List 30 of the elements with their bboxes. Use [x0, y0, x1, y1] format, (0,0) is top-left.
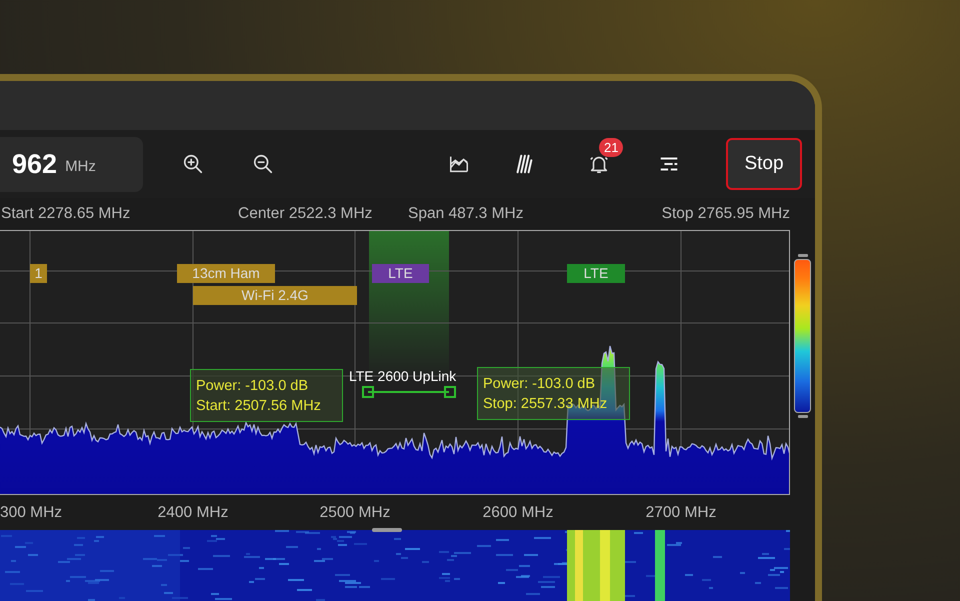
readout-text: Power: -103.0 dB — [483, 376, 596, 392]
stop-button[interactable]: Stop — [726, 138, 802, 190]
axis-label: 2600 MHz — [482, 504, 554, 522]
axis-label: 300 MHz — [0, 504, 62, 522]
span-frequency: Span 487.3 MHz — [408, 205, 524, 223]
marker-label: LTE 2600 UpLink — [349, 368, 456, 384]
band-label[interactable]: 13cm Ham — [177, 264, 275, 283]
frequency-display[interactable]: 962 MHz — [0, 136, 143, 192]
center-frequency: Center 2522.3 MHz — [238, 205, 374, 223]
zoom-out-icon[interactable] — [252, 153, 274, 175]
readout-text: Start: 2507.56 MHz — [196, 398, 322, 414]
band-label[interactable]: 1 — [30, 264, 47, 283]
readout-text: Stop: 2557.33 MHz — [483, 396, 608, 412]
band-label[interactable]: LTE — [567, 264, 625, 283]
band-label[interactable]: LTE — [372, 264, 429, 283]
frequency-unit: MHz — [65, 158, 96, 174]
axis-label: 2500 MHz — [320, 504, 390, 522]
axis-label: 2700 MHz — [646, 504, 716, 522]
notification-badge: 21 — [599, 138, 624, 157]
marker-range-line[interactable] — [362, 386, 456, 398]
scale-handle[interactable] — [798, 254, 808, 257]
zoom-in-icon[interactable] — [182, 153, 204, 175]
readout-text: Power: -103.0 dB — [196, 378, 310, 394]
resize-handle[interactable] — [372, 528, 402, 532]
frequency-value: 962 — [12, 148, 58, 180]
scale-handle[interactable] — [798, 415, 808, 418]
stop-frequency: Stop 2765.95 MHz — [662, 205, 790, 223]
start-frequency: Start 2278.65 MHz — [1, 205, 132, 223]
band-label[interactable]: Wi-Fi 2.4G — [193, 286, 357, 305]
axis-label: 2400 MHz — [158, 504, 228, 522]
